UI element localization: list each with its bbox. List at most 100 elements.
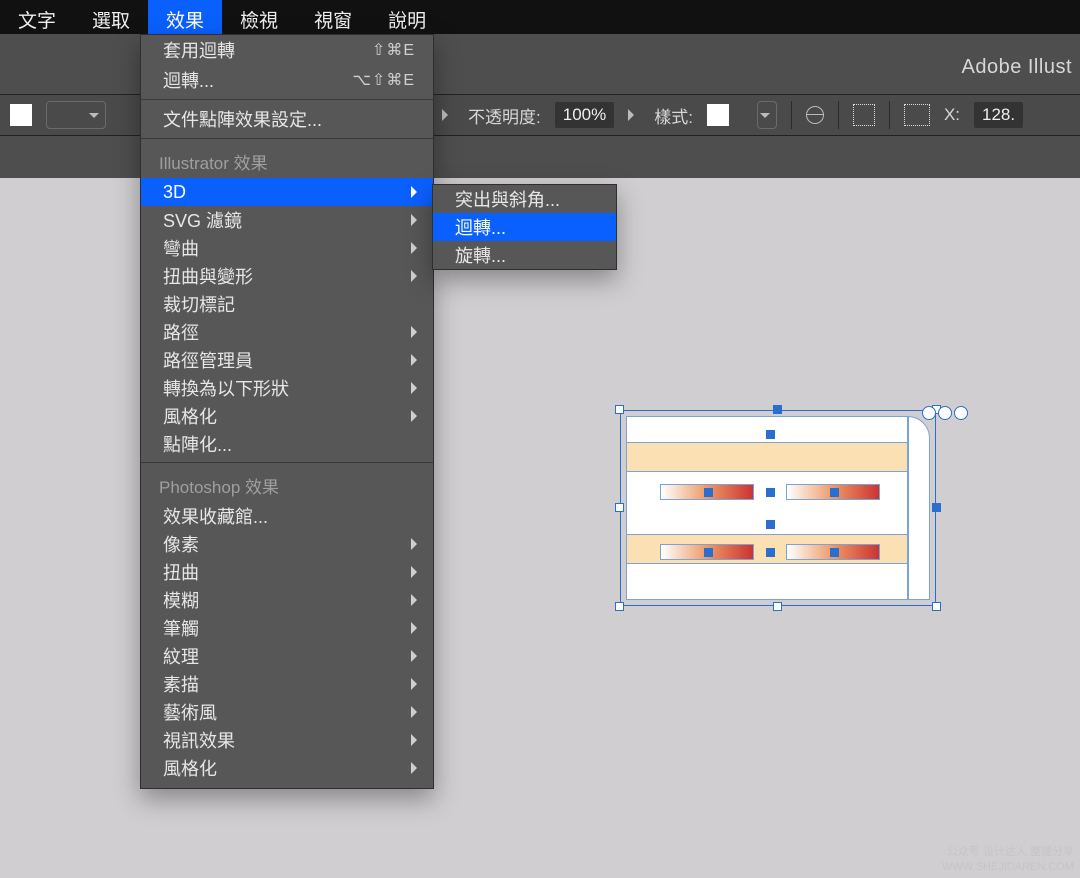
- section-illustrator: Illustrator 效果: [141, 143, 433, 178]
- chevron-right-icon: [411, 242, 423, 254]
- selection-bounding-box[interactable]: [620, 410, 936, 606]
- tool-strip-left: [0, 94, 140, 136]
- menu-item[interactable]: 彎曲: [141, 234, 433, 262]
- chevron-right-icon: [628, 109, 640, 121]
- chevron-right-icon: [411, 354, 423, 366]
- menu-select[interactable]: 選取: [74, 0, 148, 34]
- label: 風格化: [163, 403, 217, 429]
- style-dropdown[interactable]: [757, 101, 777, 129]
- label: 轉換為以下形狀: [163, 375, 289, 401]
- chevron-right-icon: [442, 109, 454, 121]
- resize-handle[interactable]: [615, 405, 624, 414]
- chevron-right-icon: [411, 706, 423, 718]
- shortcut: ⌥⇧⌘E: [352, 70, 415, 90]
- menu-item[interactable]: 裁切標記: [141, 290, 433, 318]
- menu-item[interactable]: 風格化: [141, 754, 433, 782]
- submenu-3d: 突出與斜角...迴轉...旋轉...: [432, 184, 617, 270]
- separator: [141, 99, 433, 100]
- chevron-right-icon: [411, 650, 423, 662]
- chevron-right-icon: [411, 594, 423, 606]
- menu-help[interactable]: 說明: [370, 0, 444, 34]
- chevron-right-icon: [411, 538, 423, 550]
- chevron-right-icon: [411, 622, 423, 634]
- app-title: Adobe Illust: [961, 56, 1072, 79]
- label: 路徑: [163, 319, 199, 345]
- menu-item[interactable]: 紋理: [141, 642, 433, 670]
- resize-handle[interactable]: [773, 405, 782, 414]
- resize-handle[interactable]: [932, 503, 941, 512]
- resize-handle[interactable]: [615, 602, 624, 611]
- menu-doc-raster[interactable]: 文件點陣效果設定...: [141, 104, 433, 134]
- menu-item[interactable]: 轉換為以下形狀: [141, 374, 433, 402]
- menu-item[interactable]: 像素: [141, 530, 433, 558]
- menu-item[interactable]: 迴轉...: [433, 213, 616, 241]
- menu-item[interactable]: 3D: [141, 178, 433, 206]
- separator: [141, 138, 433, 139]
- opacity-value[interactable]: 100%: [555, 102, 614, 128]
- chevron-right-icon: [411, 382, 423, 394]
- resize-handle[interactable]: [615, 503, 624, 512]
- menu-item[interactable]: 點陣化...: [141, 430, 433, 458]
- watermark: 公众号 设计达人 整理分享 WWW.SHEJIDAREN.COM: [942, 845, 1074, 874]
- menu-item[interactable]: 旋轉...: [433, 241, 616, 269]
- label: 風格化: [163, 755, 217, 781]
- label: 紋理: [163, 643, 199, 669]
- label: 突出與斜角...: [455, 186, 560, 212]
- x-label: X:: [944, 105, 960, 125]
- menu-apply-last[interactable]: 套用迴轉 ⇧⌘E: [141, 35, 433, 65]
- label: 路徑管理員: [163, 347, 253, 373]
- chevron-right-icon: [411, 326, 423, 338]
- label: 文件點陣效果設定...: [163, 106, 322, 132]
- effects-dropdown: 套用迴轉 ⇧⌘E 迴轉... ⌥⇧⌘E 文件點陣效果設定... Illustra…: [140, 34, 434, 789]
- tool-strip-right: 不透明度: 100% 樣式: X: 128.: [434, 94, 1080, 136]
- menu-item[interactable]: 藝術風: [141, 698, 433, 726]
- chevron-right-icon: [411, 270, 423, 282]
- label: SVG 濾鏡: [163, 207, 242, 233]
- x-value[interactable]: 128.: [974, 102, 1023, 128]
- chevron-right-icon: [411, 566, 423, 578]
- menu-last-effect[interactable]: 迴轉... ⌥⇧⌘E: [141, 65, 433, 95]
- label: 模糊: [163, 587, 199, 613]
- divider: [889, 101, 890, 129]
- style-label: 樣式:: [654, 103, 693, 128]
- menu-item[interactable]: 風格化: [141, 402, 433, 430]
- menu-item[interactable]: 扭曲與變形: [141, 262, 433, 290]
- label: 扭曲與變形: [163, 263, 253, 289]
- menu-item[interactable]: 筆觸: [141, 614, 433, 642]
- opacity-label: 不透明度:: [468, 103, 541, 128]
- menu-item[interactable]: 效果收藏館...: [141, 502, 433, 530]
- label: 像素: [163, 531, 199, 557]
- chevron-right-icon: [411, 678, 423, 690]
- menu-view[interactable]: 檢視: [222, 0, 296, 34]
- style-swatch[interactable]: [707, 104, 729, 126]
- resize-handle[interactable]: [932, 602, 941, 611]
- label: 迴轉...: [455, 214, 506, 240]
- menu-item[interactable]: 模糊: [141, 586, 433, 614]
- menu-item[interactable]: SVG 濾鏡: [141, 206, 433, 234]
- label: 3D: [163, 182, 186, 203]
- menu-item[interactable]: 路徑: [141, 318, 433, 346]
- label: 效果收藏館...: [163, 503, 268, 529]
- globe-icon[interactable]: [806, 106, 824, 124]
- chevron-right-icon: [411, 410, 423, 422]
- chevron-right-icon: [411, 762, 423, 774]
- menu-item[interactable]: 突出與斜角...: [433, 185, 616, 213]
- separator: [141, 462, 433, 463]
- divider: [838, 101, 839, 129]
- label: 旋轉...: [455, 242, 506, 268]
- menu-item[interactable]: 扭曲: [141, 558, 433, 586]
- menu-item[interactable]: 素描: [141, 670, 433, 698]
- menu-effects[interactable]: 效果: [148, 0, 222, 34]
- transform-icon[interactable]: [904, 104, 930, 126]
- shortcut: ⇧⌘E: [372, 40, 415, 60]
- fill-dropdown[interactable]: [46, 101, 106, 129]
- resize-handle[interactable]: [773, 602, 782, 611]
- fill-swatch[interactable]: [10, 104, 32, 126]
- label: 素描: [163, 671, 199, 697]
- menu-window[interactable]: 視窗: [296, 0, 370, 34]
- menu-item[interactable]: 視訊效果: [141, 726, 433, 754]
- chevron-right-icon: [411, 186, 423, 198]
- menu-text[interactable]: 文字: [0, 0, 74, 34]
- menu-item[interactable]: 路徑管理員: [141, 346, 433, 374]
- align-icon[interactable]: [853, 104, 875, 126]
